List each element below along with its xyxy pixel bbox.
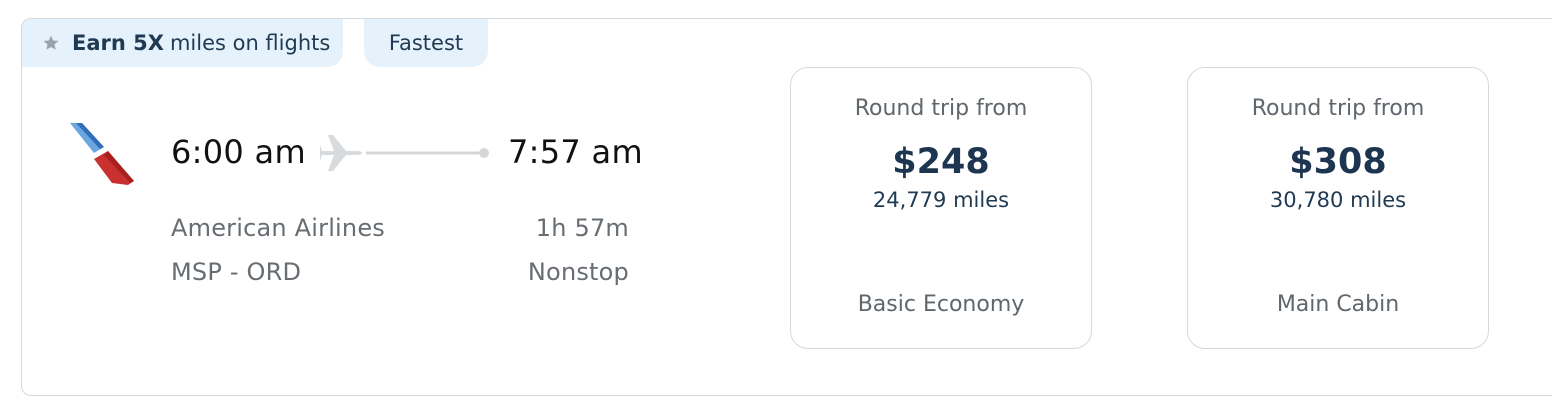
- stops-count: Nonstop: [527, 258, 629, 286]
- flight-duration: 1h 57m: [535, 214, 629, 242]
- earn-miles-multiplier: Earn 5X: [72, 31, 164, 55]
- flight-path: [320, 135, 489, 171]
- earn-miles-badge: Earn 5X miles on flights: [22, 19, 343, 67]
- fare-option-main-cabin[interactable]: Round trip from $308 30,780 miles Main C…: [1187, 67, 1489, 349]
- departure-time: 6:00 am: [171, 133, 306, 171]
- fastest-badge: Fastest: [364, 19, 488, 67]
- route: MSP - ORD: [171, 258, 302, 286]
- arrival-time: 7:57 am: [508, 133, 643, 171]
- airline-name: American Airlines: [171, 214, 386, 242]
- fare-miles: 30,780 miles: [1269, 188, 1407, 212]
- american-airlines-logo: [70, 123, 134, 185]
- fare-miles: 24,779 miles: [872, 188, 1010, 212]
- flight-result-card: Earn 5X miles on flights Fastest 6:00 am…: [21, 18, 1552, 396]
- star-icon: [43, 35, 59, 50]
- fare-cabin: Main Cabin: [1276, 292, 1400, 317]
- fare-from-label: Round trip from: [854, 96, 1028, 121]
- earn-miles-text: miles on flights: [169, 31, 331, 55]
- airplane-icon: [320, 135, 362, 171]
- fare-price: $308: [1289, 142, 1387, 182]
- fare-from-label: Round trip from: [1251, 96, 1425, 121]
- flight-path-endpoint: [479, 148, 489, 158]
- fastest-label: Fastest: [388, 31, 464, 55]
- fare-cabin: Basic Economy: [857, 292, 1025, 317]
- fare-price: $248: [892, 142, 990, 182]
- fare-option-basic-economy[interactable]: Round trip from $248 24,779 miles Basic …: [790, 67, 1092, 349]
